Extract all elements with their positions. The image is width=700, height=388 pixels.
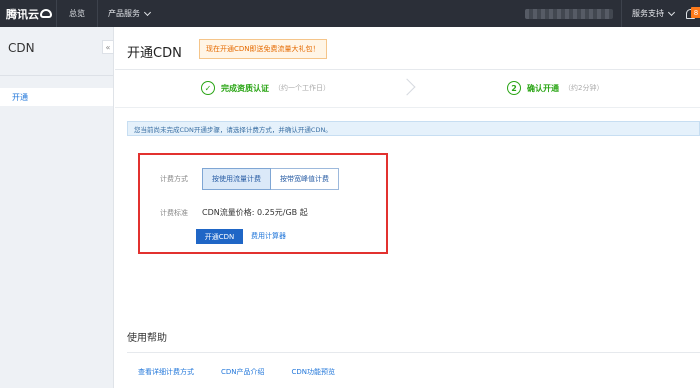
billing-mode-label: 计费方式	[160, 175, 188, 183]
help-links: 查看详细计费方式 CDN产品介绍 CDN功能预览	[138, 367, 362, 377]
step-note: （约2分钟）	[564, 84, 604, 92]
step-note: （约一个工作日）	[274, 84, 330, 92]
top-navigation-bar: 腾讯云 总览 产品服务 服务支持 8	[0, 0, 700, 27]
step-label: 完成资质认证	[221, 83, 269, 93]
notification-badge: 8	[691, 7, 700, 18]
service-support-dropdown[interactable]: 服务支持	[622, 0, 684, 27]
cost-calculator-link[interactable]: 费用计算器	[251, 231, 286, 241]
account-name-redacted[interactable]	[525, 8, 613, 19]
chevron-right-icon	[398, 78, 416, 96]
step-confirm: 2 确认开通 （约2分钟）	[507, 76, 603, 100]
open-cdn-button[interactable]: 开通CDN	[196, 229, 243, 244]
chevron-down-icon	[667, 8, 676, 16]
help-link-billing-details[interactable]: 查看详细计费方式	[138, 367, 194, 377]
cloud-icon	[40, 9, 52, 18]
logo-text: 腾讯云	[6, 7, 39, 21]
steps-divider	[115, 107, 700, 108]
chevron-down-icon	[143, 8, 152, 16]
progress-steps: ✓ 完成资质认证 （约一个工作日） 2 确认开通 （约2分钟）	[115, 76, 700, 100]
billing-option-traffic[interactable]: 按使用流量计费	[202, 168, 271, 190]
sidebar-collapse-button[interactable]: «	[102, 40, 114, 54]
sidebar-divider	[0, 75, 113, 76]
price-text: CDN流量价格: 0.25元/GB 起	[202, 208, 308, 217]
topbar-right: 服务支持 8	[525, 0, 700, 27]
billing-option-bandwidth[interactable]: 按带宽峰值计费	[271, 168, 339, 190]
check-circle-icon: ✓	[201, 81, 215, 95]
help-divider	[127, 352, 700, 353]
nav-products-dropdown[interactable]: 产品服务	[98, 0, 162, 27]
tencent-cloud-logo[interactable]: 腾讯云	[0, 0, 56, 27]
main-content: 开通CDN 现在开通CDN即送免费流量大礼包！ ✓ 完成资质认证 （约一个工作日…	[115, 27, 700, 388]
help-section-title: 使用帮助	[127, 333, 167, 344]
help-link-product-intro[interactable]: CDN产品介绍	[221, 367, 265, 377]
page-title: 开通CDN	[127, 46, 182, 61]
nav-products-label: 产品服务	[108, 9, 140, 18]
step-number-icon: 2	[507, 81, 521, 95]
service-support-label: 服务支持	[632, 9, 664, 18]
sidebar: CDN 开通	[0, 27, 114, 388]
sidebar-title: CDN	[8, 41, 35, 55]
nav-overview[interactable]: 总览	[57, 0, 97, 27]
step-label: 确认开通	[527, 83, 559, 93]
title-divider	[115, 69, 700, 70]
promo-banner[interactable]: 现在开通CDN即送免费流量大礼包！	[199, 39, 327, 59]
sidebar-item-open[interactable]: 开通	[0, 88, 113, 106]
billing-standard-label: 计费标准	[160, 209, 188, 217]
info-notice: 您当前尚未完成CDN开通步骤，请选择计费方式，并确认开通CDN。	[127, 121, 700, 136]
notification-button[interactable]: 8	[684, 0, 700, 27]
step-qualification: ✓ 完成资质认证 （约一个工作日）	[201, 76, 330, 100]
help-link-feature-preview[interactable]: CDN功能预览	[292, 367, 336, 377]
billing-mode-selector: 按使用流量计费 按带宽峰值计费	[202, 168, 339, 190]
chevron-left-icon: «	[105, 42, 111, 52]
